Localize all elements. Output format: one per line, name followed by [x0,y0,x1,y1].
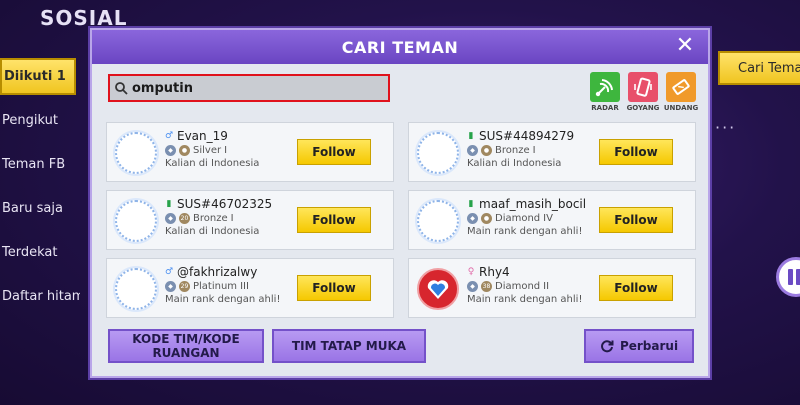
avatar[interactable] [115,268,157,310]
sidebar-item-nearby[interactable]: Terdekat [0,234,80,271]
refresh-label: Perbarui [619,339,679,353]
list-item: ♂ @fakhrizalwy ◆ 29 Platinum III Main ra… [106,258,394,318]
list-item: ▮ SUS#44894279 ◆ ● Bronze I Kalian di In… [408,122,696,182]
player-status: Kalian di Indonesia [165,226,260,237]
level-badge: 38 [481,281,492,292]
male-icon: ♂ [165,267,174,277]
refresh-button[interactable]: Perbarui [584,329,694,363]
rank-tier: II [543,281,550,292]
rank-tier: III [240,281,249,292]
invite-button[interactable]: UNDANG [664,72,698,112]
dialog-header: CARI TEMAN ✕ [92,30,708,64]
rank-tier: I [532,145,536,156]
rank-name: Bronze [495,145,530,156]
list-item: ♂ Evan_19 ◆ ● Silver I Kalian di Indones… [106,122,394,182]
refresh-icon [601,340,614,353]
pause-icon [788,269,793,285]
avatar[interactable] [115,132,157,174]
player-status: Main rank dengan ahli! [467,226,583,237]
avatar[interactable] [417,268,459,310]
player-name: @fakhrizalwy [177,265,258,279]
radar-label: RADAR [591,104,619,112]
player-status: Kalian di Indonesia [165,158,260,169]
sidebar-item-recent[interactable]: Baru saja [0,190,80,227]
rank-tier: I [230,213,234,224]
avatar[interactable] [417,132,459,174]
player-name: maaf_masih_bocil [479,197,587,211]
find-friend-label: Cari Teman [738,60,800,76]
rank-name: Diamond [495,281,541,292]
sidebar-item-fb-friends[interactable]: Teman FB [0,146,80,183]
team-code-button[interactable]: KODE TIM/KODE RUANGAN [108,329,264,363]
rank-name: Silver [193,145,222,156]
face-to-face-team-button[interactable]: TIM TATAP MUKA [272,329,426,363]
follow-button[interactable]: Follow [297,139,371,165]
rank-name: Diamond [495,213,541,224]
male-icon: ♂ [165,131,174,141]
sidebar-item-followers[interactable]: Pengikut [0,102,80,139]
find-friend-button[interactable]: Cari Teman [718,51,800,85]
friend-finder-actions: RADAR GOYANG UNDANG [588,72,698,112]
shake-button[interactable]: GOYANG [626,72,660,112]
list-item: ▮ SUS#46702325 ◆ 20 Bronze I Kalian di I… [106,190,394,250]
level-icon: ● [481,145,492,156]
search-input[interactable] [132,80,372,96]
rank-tier: IV [543,213,553,224]
player-name: SUS#44894279 [479,129,575,143]
player-name: SUS#46702325 [177,197,273,211]
rank-name: Platinum [193,281,238,292]
close-icon[interactable]: ✕ [674,35,696,57]
shake-label: GOYANG [626,104,660,112]
rank-icon: ◆ [467,145,478,156]
follow-button[interactable]: Follow [599,275,673,301]
rank-icon: ◆ [165,145,176,156]
player-status: Main rank dengan ahli! [467,294,583,305]
radar-icon [595,79,613,97]
player-status: Kalian di Indonesia [467,158,562,169]
more-icon[interactable]: ··· [715,118,736,137]
avatar[interactable] [115,200,157,242]
shake-phone-icon [634,77,652,97]
rank-tier: I [224,145,228,156]
search-results: ♂ Evan_19 ◆ ● Silver I Kalian di Indones… [106,122,696,318]
sidebar: Diikuti 1 Pengikut Teman FB Baru saja Te… [0,58,80,322]
level-icon: ● [481,213,492,224]
find-friend-dialog: CARI TEMAN ✕ RADAR [90,28,710,378]
level-badge: 20 [179,213,190,224]
sidebar-item-blacklist[interactable]: Daftar hitam [0,278,80,315]
rank-icon: ◆ [165,281,176,292]
search-field[interactable] [108,74,390,102]
rank-name: Bronze [193,213,228,224]
player-name: Rhy4 [479,265,510,279]
follow-button[interactable]: Follow [297,275,371,301]
player-status: Main rank dengan ahli! [165,294,281,305]
follow-button[interactable]: Follow [599,139,673,165]
follow-button[interactable]: Follow [599,207,673,233]
follow-button[interactable]: Follow [297,207,371,233]
dialog-body: RADAR GOYANG UNDANG [92,64,708,378]
level-badge: 29 [179,281,190,292]
pause-button[interactable] [776,257,800,297]
list-item: ♀ Rhy4 ◆ 38 Diamond II Main rank dengan … [408,258,696,318]
gender-icon: ▮ [468,199,474,209]
gender-icon: ▮ [166,199,172,209]
invite-label: UNDANG [663,104,699,112]
level-icon: ● [179,145,190,156]
heart-icon [427,280,449,299]
gender-icon: ▮ [468,131,474,141]
radar-button[interactable]: RADAR [588,72,622,112]
rank-icon: ◆ [467,213,478,224]
rank-icon: ◆ [467,281,478,292]
invite-ticket-icon [672,79,690,95]
sidebar-item-following[interactable]: Diikuti 1 [0,58,76,95]
female-icon: ♀ [467,267,475,277]
rank-icon: ◆ [165,213,176,224]
player-name: Evan_19 [177,129,228,143]
avatar[interactable] [417,200,459,242]
search-icon [115,82,128,95]
page-title: SOSIAL [40,6,128,30]
dialog-title: CARI TEMAN [341,37,459,57]
list-item: ▮ maaf_masih_bocil ◆ ● Diamond IV Main r… [408,190,696,250]
